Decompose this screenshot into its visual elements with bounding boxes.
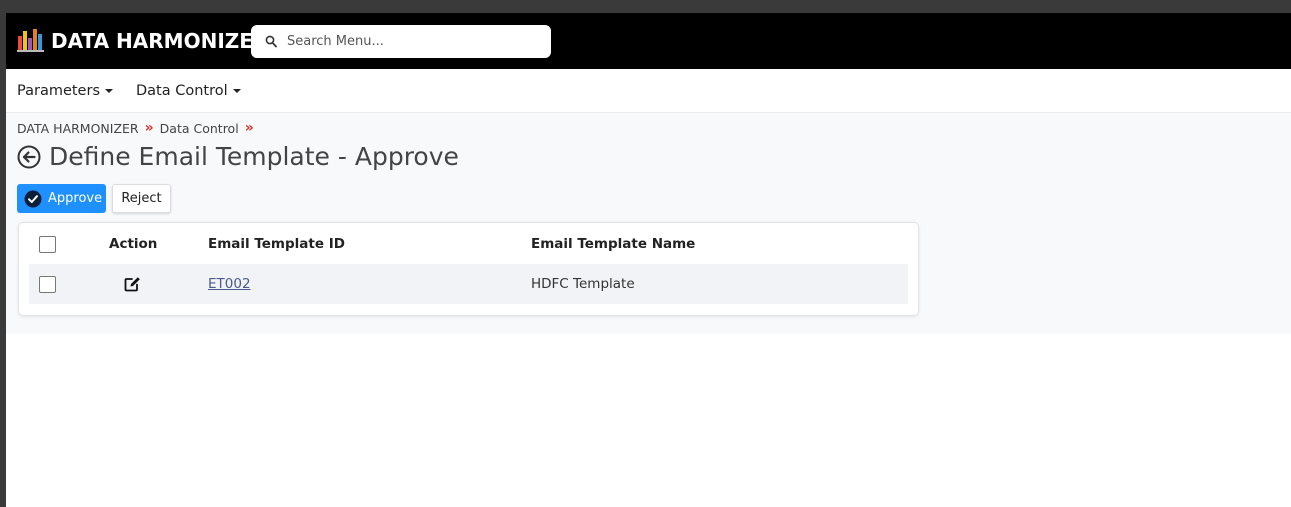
table-row: ET002 HDFC Template [29, 264, 908, 304]
reject-button[interactable]: Reject [112, 184, 171, 213]
search-box[interactable] [251, 25, 551, 58]
menu-data-control-label: Data Control [136, 83, 228, 99]
template-name-cell: HDFC Template [531, 276, 635, 292]
breadcrumb-home[interactable]: DATA HARMONIZER [17, 121, 139, 136]
row-checkbox[interactable] [39, 276, 56, 293]
approve-label: Approve [48, 191, 103, 206]
main-content: DATA HARMONIZER » Data Control » Define … [6, 113, 1291, 334]
page-title: Define Email Template - Approve [49, 142, 459, 171]
bar-chart-logo-icon [17, 29, 44, 52]
menu-data-control[interactable]: Data Control [136, 83, 241, 99]
menu-parameters[interactable]: Parameters [17, 83, 113, 99]
check-circle-icon [24, 190, 42, 207]
brand-name: DATA HARMONIZER [51, 29, 269, 53]
menu-parameters-label: Parameters [17, 83, 100, 99]
breadcrumb-data-control[interactable]: Data Control [160, 121, 239, 136]
back-arrow-icon[interactable] [17, 145, 41, 169]
title-row: Define Email Template - Approve [17, 142, 459, 171]
breadcrumb-separator-icon: » [144, 120, 154, 136]
edit-icon[interactable] [124, 276, 141, 292]
column-header-template-name[interactable]: Email Template Name [531, 236, 695, 252]
records-table: Action Email Template ID Email Template … [18, 222, 919, 316]
reject-label: Reject [121, 191, 162, 206]
caret-down-icon [105, 89, 113, 93]
caret-down-icon [232, 89, 241, 93]
menu-bar: Parameters Data Control [6, 69, 1291, 113]
approve-button[interactable]: Approve [17, 184, 106, 213]
app-window: DATA HARMONIZER Parameters Data Control … [6, 13, 1291, 507]
select-all-checkbox[interactable] [39, 236, 56, 253]
top-bar: DATA HARMONIZER [6, 13, 1291, 69]
template-id-link[interactable]: ET002 [208, 276, 251, 292]
column-header-template-id[interactable]: Email Template ID [208, 236, 345, 252]
breadcrumb-separator-icon: » [244, 120, 254, 136]
breadcrumb: DATA HARMONIZER » Data Control » [17, 120, 260, 136]
column-header-action: Action [109, 236, 158, 252]
search-icon [265, 35, 277, 48]
search-input[interactable] [287, 31, 537, 52]
